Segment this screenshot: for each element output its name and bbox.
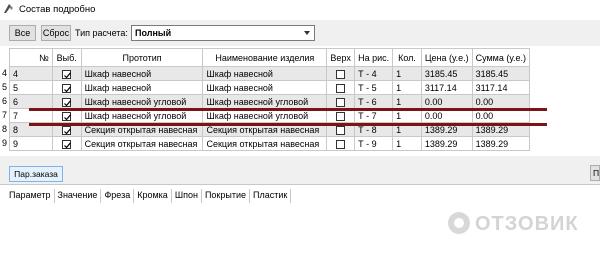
select-all-button[interactable]: Все <box>9 25 36 41</box>
cell-sum: 1389.29 <box>471 136 531 151</box>
table-row[interactable]: 4 Шкаф навесной Шкаф навесной Т - 4 1 31… <box>9 66 531 81</box>
cell-figure: Т - 4 <box>354 66 394 81</box>
column-header[interactable]: На рис. <box>354 48 394 67</box>
top-checkbox[interactable] <box>336 69 346 79</box>
column-header[interactable]: Шпон <box>172 189 202 203</box>
cell-prototype: Шкаф навесной угловой <box>80 94 204 109</box>
cell-qty: 1 <box>392 80 422 95</box>
cell-figure: Т - 5 <box>354 80 394 95</box>
right-edge-button[interactable]: П <box>590 165 600 181</box>
cell-price: 3185.45 <box>420 66 473 81</box>
column-header[interactable]: Прототип <box>80 48 204 67</box>
gutter-number: 6 <box>2 96 8 106</box>
select-checkbox[interactable] <box>62 125 72 135</box>
window-title: Состав подробно <box>19 4 96 15</box>
app-icon <box>4 4 13 13</box>
title-bar: Состав подробно <box>0 0 600 20</box>
gutter-number: 8 <box>2 124 8 134</box>
cell-sum: 3185.45 <box>471 66 531 81</box>
column-header[interactable]: Покрытие <box>202 189 250 203</box>
column-header[interactable]: Кромка <box>134 189 172 203</box>
watermark-text: ОТЗОВИК <box>475 213 579 235</box>
top-checkbox[interactable] <box>336 139 346 149</box>
params-header: Параметр Значение Фреза Кромка Шпон Покр… <box>6 189 292 203</box>
select-checkbox[interactable] <box>62 97 72 107</box>
tab-order-params[interactable]: Пар.заказа <box>9 166 63 182</box>
cell-number: 9 <box>9 136 53 151</box>
select-checkbox[interactable] <box>62 69 72 79</box>
check-icon <box>64 71 72 78</box>
calc-type-value: Полный <box>135 28 172 38</box>
cell-price: 1389.29 <box>420 136 473 151</box>
cell-name: Шкаф навесной <box>202 66 328 81</box>
column-header[interactable]: Значение <box>55 189 102 203</box>
cell-number: 4 <box>9 66 53 81</box>
check-icon <box>64 113 72 120</box>
cell-number: 5 <box>9 80 53 95</box>
gutter-number: 7 <box>2 110 8 120</box>
cell-qty: 1 <box>392 136 422 151</box>
watermark: ОТЗОВИК <box>445 208 597 238</box>
cell-name: Секция открытая навесная <box>202 136 328 151</box>
table-row[interactable]: 6 Шкаф навесной угловой Шкаф навесной уг… <box>9 94 531 109</box>
top-checkbox[interactable] <box>336 125 346 135</box>
reset-button[interactable]: Сброс <box>41 25 71 41</box>
select-checkbox[interactable] <box>62 139 72 149</box>
column-header[interactable]: Параметр <box>6 189 55 203</box>
top-checkbox[interactable] <box>336 111 346 121</box>
cell-price: 3117.14 <box>420 80 473 95</box>
top-checkbox[interactable] <box>336 97 346 107</box>
composition-grid: № Выб. Прототип Наименование изделия Вер… <box>9 48 531 156</box>
column-header[interactable]: Цена (у.е.) <box>420 48 473 67</box>
table-row[interactable]: 5 Шкаф навесной Шкаф навесной Т - 5 1 31… <box>9 80 531 95</box>
column-header[interactable]: Пластик <box>250 189 292 203</box>
gutter-number: 5 <box>2 82 8 92</box>
cell-prototype: Секция открытая навесная <box>80 136 204 151</box>
cell-number: 6 <box>9 94 53 109</box>
gutter-number: 4 <box>2 68 8 78</box>
select-checkbox[interactable] <box>62 83 72 93</box>
cell-price: 0.00 <box>420 94 473 109</box>
cell-prototype: Шкаф навесной <box>80 80 204 95</box>
top-checkbox[interactable] <box>336 83 346 93</box>
cell-sum: 0.00 <box>471 94 531 109</box>
gutter-number: 9 <box>2 138 8 148</box>
tab-bar <box>0 164 600 184</box>
grid-header: № Выб. Прототип Наименование изделия Вер… <box>9 48 531 67</box>
cell-prototype: Шкаф навесной <box>80 66 204 81</box>
cell-qty: 1 <box>392 66 422 81</box>
row-gutter: 4 5 6 7 8 9 <box>0 48 9 156</box>
column-header[interactable]: Сумма (у.е.) <box>471 48 531 67</box>
column-header[interactable]: Выб. <box>51 48 82 67</box>
column-header[interactable]: Фреза <box>101 189 135 203</box>
splitter[interactable] <box>0 156 600 164</box>
column-header[interactable]: Наименование изделия <box>202 48 328 67</box>
check-icon <box>64 141 72 148</box>
calc-type-select[interactable]: Полный <box>131 25 315 41</box>
calc-type-label: Тип расчета: <box>75 28 128 38</box>
check-icon <box>64 85 72 92</box>
check-icon <box>64 99 72 106</box>
watermark-logo-icon <box>448 212 470 234</box>
check-icon <box>64 127 72 134</box>
select-checkbox[interactable] <box>62 111 72 121</box>
table-row[interactable]: 9 Секция открытая навесная Секция открыт… <box>9 136 531 151</box>
highlight-line-top <box>29 108 547 111</box>
cell-figure: Т - 6 <box>354 94 394 109</box>
cell-qty: 1 <box>392 94 422 109</box>
chevron-down-icon <box>304 31 310 35</box>
cell-figure: Т - 9 <box>354 136 394 151</box>
highlight-line-bottom <box>29 123 547 126</box>
column-header[interactable]: Кол. <box>392 48 422 67</box>
column-header[interactable]: Верх <box>326 48 356 67</box>
column-header[interactable]: № <box>9 48 53 67</box>
cell-name: Шкаф навесной угловой <box>202 94 328 109</box>
cell-name: Шкаф навесной <box>202 80 328 95</box>
cell-sum: 3117.14 <box>471 80 531 95</box>
